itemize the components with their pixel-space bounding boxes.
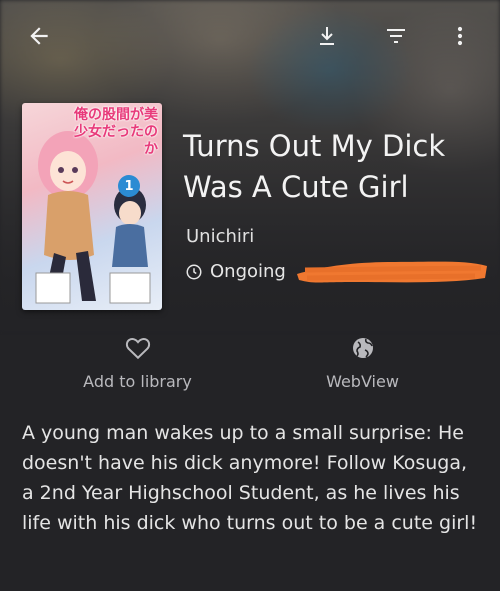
filter-button[interactable] bbox=[374, 14, 418, 58]
heart-outline-icon bbox=[125, 338, 150, 360]
add-to-library-button[interactable]: Add to library bbox=[80, 336, 195, 391]
manga-description: A young man wakes up to a small surprise… bbox=[22, 422, 478, 534]
arrow-left-icon bbox=[30, 27, 48, 45]
globe-icon bbox=[352, 338, 373, 358]
status-label: Ongoing bbox=[210, 261, 286, 282]
add-to-library-label: Add to library bbox=[83, 372, 192, 391]
toolbar bbox=[0, 0, 500, 72]
more-vert-icon bbox=[457, 26, 463, 46]
more-options-button[interactable] bbox=[438, 14, 482, 58]
download-icon bbox=[320, 27, 334, 45]
redaction-scribble bbox=[297, 261, 487, 283]
cover-image[interactable]: 俺の股間が美少女だったのか 1 bbox=[22, 103, 162, 310]
webview-label: WebView bbox=[326, 372, 399, 391]
filter-icon bbox=[387, 29, 405, 43]
back-button[interactable] bbox=[17, 14, 61, 58]
manga-author: Unichiri bbox=[186, 226, 255, 247]
cover-title: 俺の股間が美少女だったのか bbox=[74, 107, 158, 157]
cover-volume-badge: 1 bbox=[118, 175, 140, 197]
download-button[interactable] bbox=[305, 14, 349, 58]
manga-title: Turns Out My Dick Was A Cute Girl bbox=[183, 129, 446, 204]
webview-button[interactable]: WebView bbox=[310, 336, 415, 391]
clock-icon bbox=[186, 264, 202, 279]
status-row: Ongoing bbox=[185, 261, 286, 282]
